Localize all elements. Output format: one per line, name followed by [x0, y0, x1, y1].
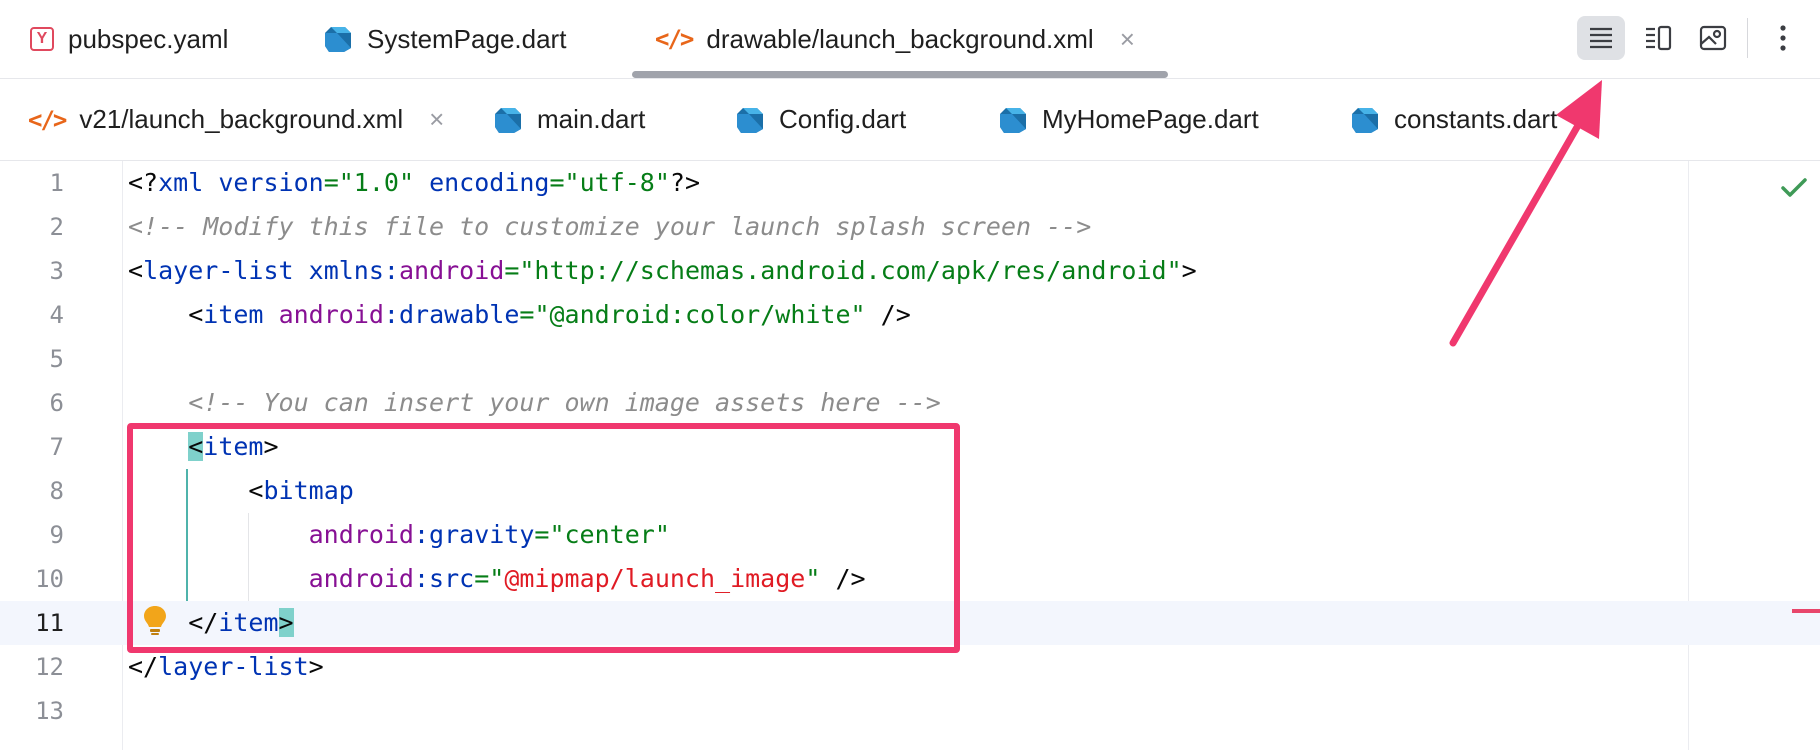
yaml-file-icon: Y	[30, 27, 54, 51]
tab-label: main.dart	[537, 104, 646, 134]
matched-bracket: >	[278, 608, 294, 637]
tab-label: MyHomePage.dart	[1042, 104, 1259, 134]
xml-file-icon: </>	[28, 105, 67, 134]
code-text: android:gravity="center"	[308, 520, 670, 549]
dart-file-icon	[493, 105, 523, 135]
lightbulb-icon	[144, 606, 166, 635]
active-tab-indicator	[632, 71, 1168, 78]
editor-tabs-row-2: </> v21/launch_background.xml × main.dar…	[0, 79, 1820, 161]
code-text: <item>	[188, 432, 279, 461]
tab-main-dart[interactable]: main.dart	[493, 79, 645, 160]
code-line-5: 5	[0, 337, 1820, 381]
code-line-1: 1 <?xml version="1.0" encoding="utf-8"?>	[0, 161, 1820, 205]
code-line-10: 10 android:src="@mipmap/launch_image" />	[0, 557, 1820, 601]
code-line-7: 7 <item>	[0, 425, 1820, 469]
editor-tabs-row-1: Y pubspec.yaml SystemPage.dart </> drawa…	[0, 0, 1820, 79]
tab-pubspec-yaml[interactable]: Y pubspec.yaml	[30, 0, 228, 78]
tab-constants-dart[interactable]: constants.dart	[1350, 79, 1557, 160]
split-view-button[interactable]	[1634, 16, 1682, 60]
tab-label: v21/launch_background.xml	[79, 104, 404, 134]
dart-file-icon	[998, 105, 1028, 135]
split-view-icon	[1646, 25, 1672, 51]
tab-config-dart[interactable]: Config.dart	[735, 79, 906, 160]
close-tab-icon[interactable]: ×	[429, 104, 444, 135]
line-number: 7	[49, 433, 64, 461]
toolbar-separator	[1747, 18, 1748, 58]
line-number: 4	[49, 301, 64, 329]
code-comment: <!-- Modify this file to customize your …	[128, 212, 1092, 241]
tab-label: SystemPage.dart	[367, 23, 567, 54]
dart-file-icon	[1350, 105, 1380, 135]
indent-guide	[248, 513, 249, 601]
matched-bracket: <	[188, 432, 204, 461]
tab-label: pubspec.yaml	[68, 23, 229, 54]
code-line-4: 4 <item android:drawable="@android:color…	[0, 293, 1820, 337]
error-stripe-marker[interactable]	[1792, 609, 1820, 613]
line-number: 1	[49, 169, 64, 197]
line-number: 8	[49, 477, 64, 505]
line-number: 2	[49, 213, 64, 241]
tab-drawable-launch-background-xml[interactable]: </> drawable/launch_background.xml ×	[655, 0, 1135, 78]
line-number: 12	[35, 653, 64, 681]
code-line-9: 9 android:gravity="center"	[0, 513, 1820, 557]
line-number: 6	[49, 389, 64, 417]
code-line-11: 11 </item>	[0, 601, 1820, 645]
tab-label: drawable/launch_background.xml	[706, 23, 1094, 54]
xml-file-icon: </>	[655, 25, 694, 53]
line-number: 9	[49, 521, 64, 549]
more-options-button[interactable]	[1765, 16, 1801, 60]
tab-systempage-dart[interactable]: SystemPage.dart	[323, 0, 566, 78]
more-vertical-icon	[1780, 25, 1786, 51]
code-view-button[interactable]	[1577, 16, 1625, 60]
unresolved-reference: @mipmap/launch_image	[504, 564, 806, 593]
tab-v21-launch-background-xml[interactable]: </> v21/launch_background.xml ×	[28, 79, 444, 160]
inspection-status-button[interactable]	[1781, 177, 1807, 204]
tab-label: constants.dart	[1394, 104, 1558, 134]
check-icon	[1781, 178, 1807, 197]
code-line-13: 13	[0, 689, 1820, 733]
code-line-8: 8 <bitmap	[0, 469, 1820, 513]
code-text: <?xml version="1.0" encoding="utf-8"?>	[128, 168, 701, 197]
code-text: </layer-list>	[128, 652, 324, 681]
code-view-icon	[1590, 27, 1612, 49]
close-tab-icon[interactable]: ×	[1120, 24, 1135, 55]
code-comment: <!-- You can insert your own image asset…	[188, 388, 941, 417]
code-line-2: 2 <!-- Modify this file to customize you…	[0, 205, 1820, 249]
code-editor[interactable]: 1 <?xml version="1.0" encoding="utf-8"?>…	[0, 161, 1820, 750]
line-number: 5	[49, 345, 64, 373]
intention-action-button[interactable]	[142, 604, 168, 641]
line-number: 10	[35, 565, 64, 593]
code-line-3: 3 <layer-list xmlns:android="http://sche…	[0, 249, 1820, 293]
design-view-button[interactable]	[1689, 16, 1737, 60]
tab-label: Config.dart	[779, 104, 907, 134]
code-line-6: 6 <!-- You can insert your own image ass…	[0, 381, 1820, 425]
code-text: <layer-list xmlns:android="http://schema…	[128, 256, 1197, 285]
line-number: 13	[35, 697, 64, 725]
code-text: <bitmap	[248, 476, 354, 505]
indent-guide	[186, 469, 188, 601]
design-view-icon	[1699, 25, 1727, 51]
line-number: 3	[49, 257, 64, 285]
tab-myhomepage-dart[interactable]: MyHomePage.dart	[998, 79, 1259, 160]
code-text: android:src="@mipmap/launch_image" />	[308, 564, 866, 593]
code-text: <item android:drawable="@android:color/w…	[188, 300, 911, 329]
line-number: 11	[35, 609, 64, 637]
code-line-12: 12 </layer-list>	[0, 645, 1820, 689]
dart-file-icon	[735, 105, 765, 135]
dart-file-icon	[323, 24, 353, 54]
